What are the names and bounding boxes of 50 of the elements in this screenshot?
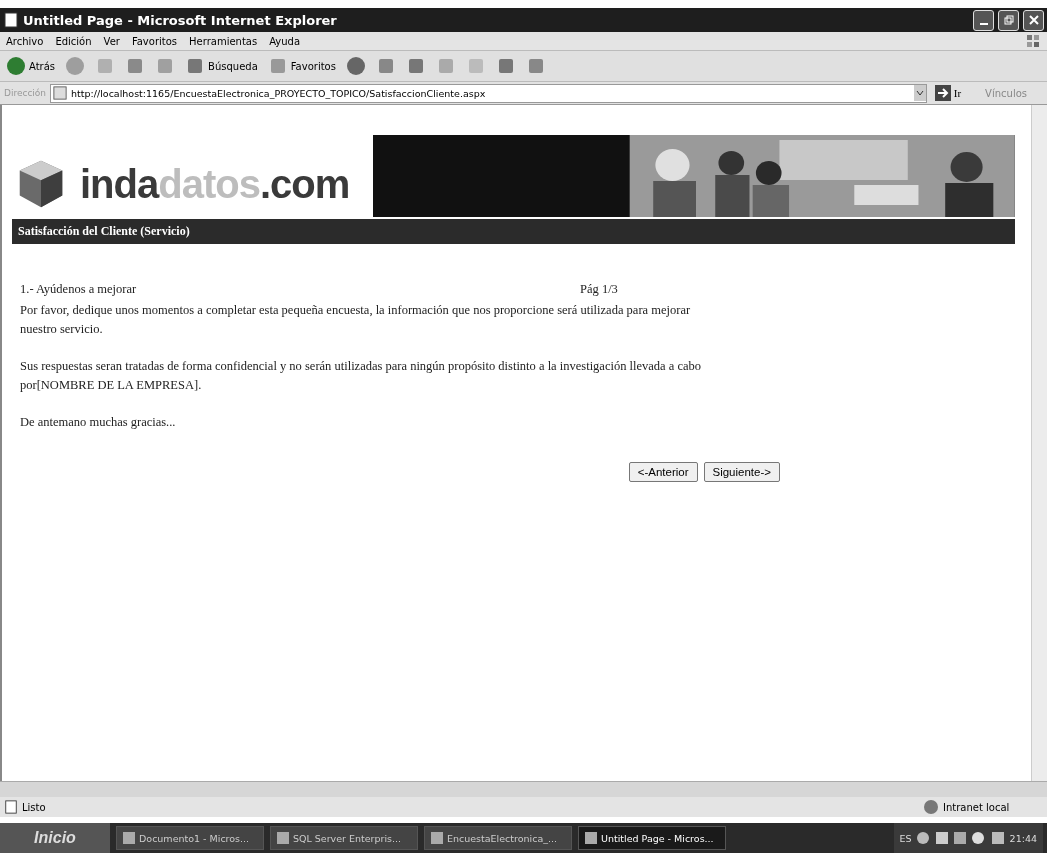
- menu-item[interactable]: Herramientas: [189, 35, 258, 47]
- previous-button[interactable]: <-Anterior: [628, 462, 698, 482]
- menu-item[interactable]: Favoritos: [131, 35, 178, 47]
- clock: 21:44: [1009, 832, 1037, 844]
- app-icon: [585, 832, 597, 844]
- paragraph: Por favor, dedique unos momentos a completar esta pequeña encuesta, la información que nos proporcione será utilizada para mejorar nuestro servicio.: [20, 302, 692, 338]
- section-title: Satisfacción del Cliente (Servicio): [18, 224, 190, 238]
- minimize-icon: [979, 22, 988, 25]
- page-icon: [3, 12, 19, 28]
- window-title: Untitled Page - Microsoft Internet Explorer: [23, 12, 337, 28]
- minimize-button[interactable]: [973, 9, 994, 31]
- windows-flag-icon: [1025, 33, 1041, 49]
- question-title: 1.- Ayúdenos a mejorar: [20, 282, 138, 297]
- paragraph: De antemano muchas gracias...: [20, 414, 177, 431]
- menu-item[interactable]: Ver: [103, 35, 120, 47]
- address-label: Dirección: [4, 88, 47, 98]
- app-icon: [277, 832, 289, 844]
- app-icon: [431, 832, 443, 844]
- taskbar-button[interactable]: Untitled Page - Micros...: [578, 826, 726, 850]
- menu-item[interactable]: Archivo: [6, 35, 44, 47]
- restore-icon: [1003, 15, 1014, 25]
- restore-button[interactable]: [998, 9, 1019, 31]
- taskbar-button[interactable]: EncuestaElectronica_...: [424, 826, 572, 850]
- start-button[interactable]: Inicio: [0, 823, 110, 853]
- taskbar-button[interactable]: SQL Server Enterpris...: [270, 826, 418, 850]
- close-button[interactable]: [1023, 9, 1044, 31]
- zone-text: Intranet local: [943, 801, 1011, 813]
- search-button[interactable]: Búsqueda: [183, 54, 260, 78]
- page-icon: [4, 800, 18, 814]
- favorites-button[interactable]: Favoritos: [265, 54, 338, 78]
- arrow-icon: [934, 85, 951, 101]
- language-indicator: ES: [899, 832, 912, 844]
- page-counter: Pág 1/3: [580, 282, 618, 297]
- address-field[interactable]: http://localhost:1165/EncuestaElectronica_PROYECTO_TOPICO/SatisfaccionCliente.aspx: [50, 83, 927, 103]
- taskbar-button[interactable]: Documento1 - Micros...: [116, 826, 264, 850]
- go-button[interactable]: Ir: [930, 85, 966, 101]
- site-logo: indadatos.com: [80, 162, 350, 207]
- page-icon: [53, 86, 68, 100]
- menu-item[interactable]: Edición: [55, 35, 92, 47]
- vertical-scrollbar[interactable]: [1031, 105, 1047, 781]
- close-icon: [1028, 15, 1039, 25]
- horizontal-scrollbar[interactable]: [0, 781, 1047, 797]
- dropdown-icon[interactable]: [913, 85, 926, 101]
- paragraph: Sus respuestas seran tratadas de forma confidencial y no serán utilizadas para ningún propósito distinto a la investigación llevada a cabo por[NOMBRE DE LA EMPRESA].: [20, 358, 703, 394]
- back-button[interactable]: Atrás: [4, 54, 58, 78]
- address-text: http://localhost:1165/EncuestaElectronica_PROYECTO_TOPICO/SatisfaccionCliente.aspx: [71, 87, 486, 99]
- app-icon: [123, 832, 135, 844]
- status-text: Listo: [22, 801, 46, 813]
- next-button[interactable]: Siguiente->: [703, 462, 780, 482]
- menu-item[interactable]: Ayuda: [269, 35, 301, 47]
